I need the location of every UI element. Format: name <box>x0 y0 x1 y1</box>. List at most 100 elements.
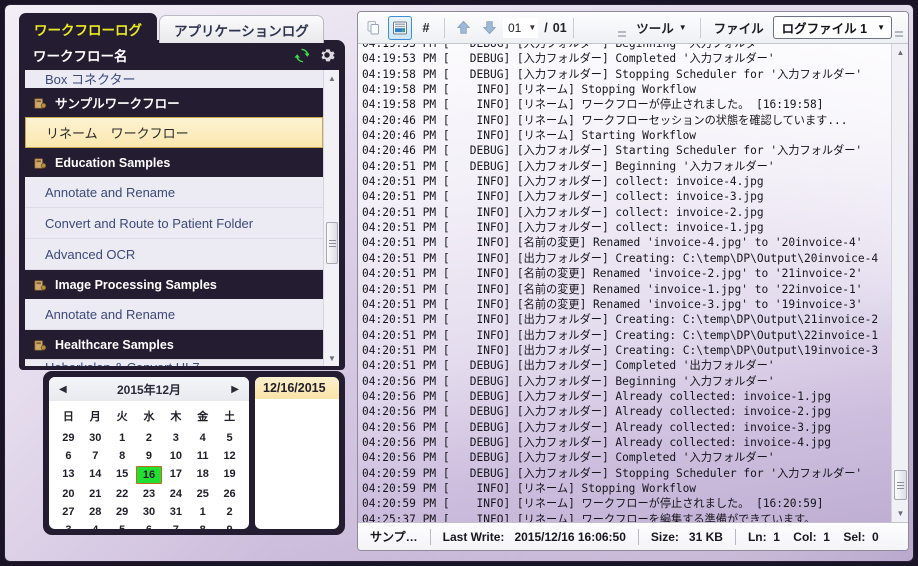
calendar-day[interactable]: 4 <box>189 430 216 446</box>
refresh-icon[interactable] <box>294 48 311 63</box>
list-item-advanced-ocr[interactable]: Advanced OCR <box>25 239 323 270</box>
list-item-annotate-and-rename-edu[interactable]: Annotate and Rename <box>25 177 323 208</box>
scroll-up-icon[interactable]: ▲ <box>892 44 908 61</box>
logfile-select[interactable]: ログファイル 1 ▼ <box>772 16 892 39</box>
calendar-day[interactable]: 6 <box>136 522 163 529</box>
calendar-day[interactable]: 12 <box>216 448 243 464</box>
calendar-day[interactable]: 5 <box>216 430 243 446</box>
word-wrap-icon[interactable] <box>388 15 412 40</box>
calendar-day[interactable]: 23 <box>136 486 163 502</box>
arrow-up-icon[interactable] <box>451 16 475 40</box>
log-text-content: 04:19:53 PM [ DEBUG] [入力フォルダー] Beginning… <box>362 44 879 522</box>
calendar-day[interactable]: 2 <box>136 430 163 446</box>
calendar-day[interactable]: 15 <box>109 466 136 484</box>
page-separator: / <box>544 20 548 35</box>
status-sel-value: 0 <box>872 529 879 544</box>
log-viewer-panel: # 01 ▼ / 01 ツール ▼ ファイル ログファイル 1 ▼ 04:19:… <box>357 11 909 551</box>
log-text-area[interactable]: 04:19:53 PM [ DEBUG] [入力フォルダー] Beginning… <box>358 44 908 522</box>
calendar-day[interactable]: 8 <box>189 522 216 529</box>
logfile-select-value: ログファイル 1 <box>781 22 868 36</box>
calendar-day[interactable]: 13 <box>55 466 82 484</box>
calendar-day[interactable]: 11 <box>189 448 216 464</box>
line-numbers-icon[interactable]: # <box>414 16 438 40</box>
workflow-folder-icon <box>33 156 47 170</box>
list-group-healthcare-samples[interactable]: Healthcare Samples <box>25 330 323 359</box>
list-item-partial-bottom[interactable]: Hoberkslan & Convert HL7 <box>25 359 323 366</box>
list-item-partial-top[interactable]: Box コネクター <box>25 70 323 88</box>
calendar-grid: 日 月 火 水 木 金 土 29 30 1 2 3 4 5 6 7 8 9 10… <box>49 401 249 529</box>
selected-date-panel: 12/16/2015 <box>255 377 339 529</box>
page-number-select[interactable]: 01 ▼ <box>503 17 539 38</box>
list-item-annotate-and-rename-img[interactable]: Annotate and Rename <box>25 299 323 330</box>
calendar-day[interactable]: 10 <box>162 448 189 464</box>
calendar-day[interactable]: 24 <box>162 486 189 502</box>
status-file-name: サンプ… <box>370 530 418 544</box>
calendar-dow: 土 <box>224 411 236 423</box>
calendar-day[interactable]: 21 <box>82 486 109 502</box>
tab-application-log[interactable]: アプリケーションログ <box>159 15 324 43</box>
calendar-day[interactable]: 17 <box>162 466 189 484</box>
scroll-down-icon[interactable]: ▼ <box>892 505 908 522</box>
tools-menu-button[interactable]: ツール ▼ <box>629 16 693 40</box>
calendar-day[interactable]: 18 <box>189 466 216 484</box>
list-group-image-processing-samples[interactable]: Image Processing Samples <box>25 270 323 299</box>
toolbar-overflow-grip-2[interactable] <box>894 27 904 41</box>
list-group-education-samples[interactable]: Education Samples <box>25 148 323 177</box>
file-menu-label-wrap: ファイル <box>707 16 771 40</box>
calendar-day[interactable]: 5 <box>109 522 136 529</box>
calendar-day[interactable]: 22 <box>109 486 136 502</box>
calendar-day[interactable]: 27 <box>55 504 82 520</box>
list-group-sample-workflow[interactable]: サンプルワークフロー <box>25 88 323 117</box>
toolbar-overflow-grip[interactable] <box>617 27 627 41</box>
calendar-day[interactable]: 20 <box>55 486 82 502</box>
list-item-label: Box コネクター <box>45 72 136 87</box>
toolbar-divider-3 <box>699 17 701 38</box>
workflow-list-panel: ワークフロー名 Box コネクター サンプルワークフロー リネーム ワークフロー… <box>19 40 345 370</box>
copy-icon[interactable] <box>362 16 386 40</box>
calendar[interactable]: ◀ 2015年12月 ▶ 日 月 火 水 木 金 土 29 30 1 2 3 4… <box>49 377 249 529</box>
calendar-day[interactable]: 26 <box>216 486 243 502</box>
page-total: 01 <box>552 20 567 35</box>
calendar-day[interactable]: 1 <box>189 504 216 520</box>
workflow-list-scrollbar[interactable]: ▲ ▼ <box>323 70 339 366</box>
log-tabs: ワークフローログ アプリケーションログ <box>19 13 345 43</box>
calendar-day[interactable]: 29 <box>55 430 82 446</box>
calendar-day-selected[interactable]: 16 <box>135 466 163 484</box>
calendar-day[interactable]: 19 <box>216 466 243 484</box>
gear-icon[interactable] <box>319 47 335 63</box>
arrow-down-icon[interactable] <box>477 16 501 40</box>
calendar-day[interactable]: 28 <box>82 504 109 520</box>
status-last-write: Last Write: 2015/12/16 16:06:50 <box>431 530 638 544</box>
list-item-convert-and-route[interactable]: Convert and Route to Patient Folder <box>25 208 323 239</box>
calendar-day[interactable]: 9 <box>136 448 163 464</box>
calendar-day[interactable]: 14 <box>82 466 109 484</box>
calendar-day[interactable]: 9 <box>216 522 243 529</box>
list-item-rename-workflow[interactable]: リネーム ワークフロー <box>25 117 323 148</box>
scrollbar-thumb[interactable] <box>326 222 338 264</box>
calendar-day[interactable]: 4 <box>82 522 109 529</box>
scrollbar-thumb[interactable] <box>894 470 907 500</box>
tab-workflow-log[interactable]: ワークフローログ <box>19 13 157 43</box>
page-number-value: 01 <box>508 20 522 35</box>
calendar-day[interactable]: 31 <box>162 504 189 520</box>
scroll-up-icon[interactable]: ▲ <box>324 70 339 86</box>
calendar-day[interactable]: 2 <box>216 504 243 520</box>
application-window: ワークフローログ アプリケーションログ ワークフロー名 Box コネクター サン… <box>4 4 914 562</box>
calendar-day[interactable]: 7 <box>162 522 189 529</box>
status-col-value: 1 <box>823 529 830 544</box>
calendar-day[interactable]: 3 <box>162 430 189 446</box>
calendar-day[interactable]: 8 <box>109 448 136 464</box>
calendar-day[interactable]: 29 <box>109 504 136 520</box>
calendar-day[interactable]: 30 <box>82 430 109 446</box>
calendar-day[interactable]: 7 <box>82 448 109 464</box>
calendar-day[interactable]: 30 <box>136 504 163 520</box>
calendar-day[interactable]: 1 <box>109 430 136 446</box>
calendar-day[interactable]: 3 <box>55 522 82 529</box>
window-resize-grip[interactable] <box>898 546 910 558</box>
calendar-day[interactable]: 6 <box>55 448 82 464</box>
calendar-next-month-icon[interactable]: ▶ <box>231 384 239 395</box>
log-scrollbar[interactable]: ▲ ▼ <box>891 44 908 522</box>
scroll-down-icon[interactable]: ▼ <box>324 350 339 366</box>
calendar-day[interactable]: 25 <box>189 486 216 502</box>
calendar-prev-month-icon[interactable]: ◀ <box>59 384 67 395</box>
